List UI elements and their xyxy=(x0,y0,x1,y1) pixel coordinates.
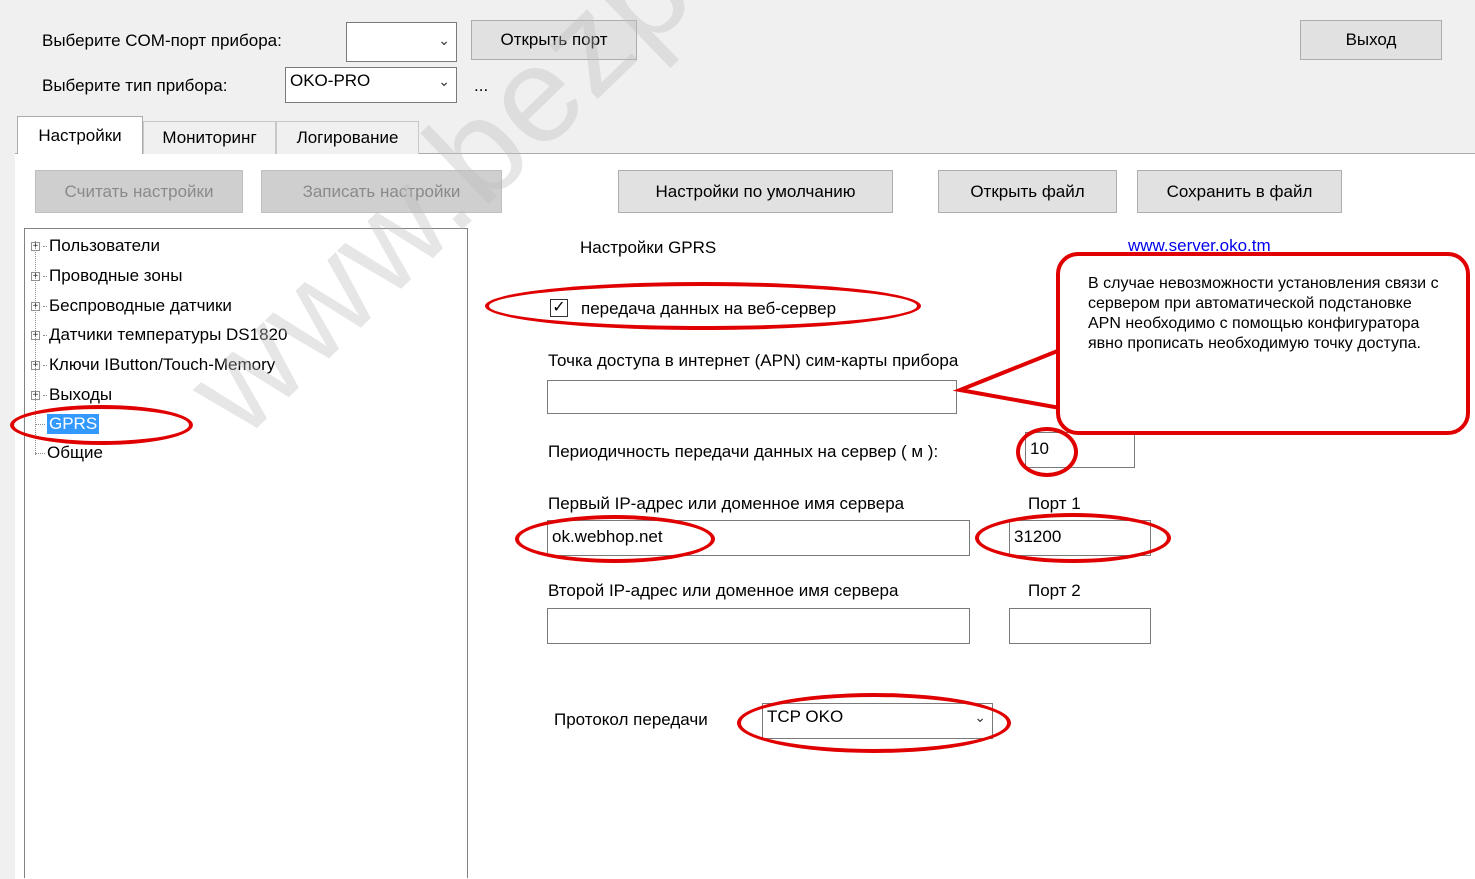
device-ellipsis: ... xyxy=(474,76,489,95)
port1-value: 31200 xyxy=(1014,527,1062,546)
tree-item-label: Пользователи xyxy=(49,236,160,255)
device-type-value: OKO-PRO xyxy=(290,71,371,90)
tab-settings[interactable]: Настройки xyxy=(17,116,143,154)
period-value: 10 xyxy=(1030,439,1049,458)
expand-icon[interactable]: + xyxy=(31,301,40,311)
tree-item-label: GPRS xyxy=(47,414,100,434)
exit-button[interactable]: Выход xyxy=(1300,20,1442,60)
chevron-down-icon: ⌄ xyxy=(438,32,450,48)
expand-icon[interactable]: + xyxy=(31,271,40,281)
tree-item-gprs[interactable]: GPRS xyxy=(31,412,100,436)
ip1-value: ok.webhop.net xyxy=(552,527,663,546)
callout-text: В случае невозможности установления связ… xyxy=(1088,275,1439,352)
chevron-down-icon: ⌄ xyxy=(438,73,450,89)
open-file-button[interactable]: Открыть файл xyxy=(938,170,1117,213)
apn-label: Точка доступа в интернет (APN) сим-карты… xyxy=(548,351,959,370)
tree-item-label: Проводные зоны xyxy=(49,266,183,285)
com-port-label: Выберите COM-порт прибора: xyxy=(42,31,282,50)
chevron-down-icon: ⌄ xyxy=(974,709,986,725)
tree-item-general[interactable]: Общие xyxy=(31,441,103,465)
apn-input[interactable] xyxy=(547,380,957,414)
tree-item-users[interactable]: + Пользователи xyxy=(31,234,160,258)
device-type-select[interactable]: OKO-PRO ⌄ xyxy=(285,67,457,103)
ip1-label: Первый IP-адрес или доменное имя сервера xyxy=(548,494,905,513)
tree-item-ibutton-keys[interactable]: + Ключи IButton/Touch-Memory xyxy=(31,353,275,377)
default-settings-button[interactable]: Настройки по умолчанию xyxy=(618,170,893,213)
tree-item-label: Общие xyxy=(47,443,103,462)
tree-item-label: Датчики температуры DS1820 xyxy=(49,325,288,344)
tab-monitoring[interactable]: Мониторинг xyxy=(143,121,276,154)
ip2-label: Второй IP-адрес или доменное имя сервера xyxy=(548,581,899,600)
expand-icon[interactable]: + xyxy=(31,330,40,340)
period-label: Периодичность передачи данных на сервер … xyxy=(548,442,939,461)
expand-icon[interactable]: + xyxy=(31,390,40,400)
tree-item-label: Ключи IButton/Touch-Memory xyxy=(49,355,276,374)
period-input[interactable]: 10 xyxy=(1025,432,1135,468)
expand-icon[interactable]: + xyxy=(31,241,40,251)
send-data-label: передача данных на веб-сервер xyxy=(581,299,837,318)
protocol-value: TCP OKO xyxy=(767,707,844,726)
protocol-select[interactable]: TCP OKO ⌄ xyxy=(762,703,993,739)
protocol-label: Протокол передачи xyxy=(554,710,708,729)
write-settings-button[interactable]: Записать настройки xyxy=(261,170,502,213)
callout-bubble: В случае невозможности установления связ… xyxy=(1056,252,1470,435)
callout-pointer xyxy=(952,347,1062,411)
open-port-button[interactable]: Открыть порт xyxy=(471,20,637,60)
read-settings-button[interactable]: Считать настройки xyxy=(35,170,243,213)
gprs-title: Настройки GPRS xyxy=(580,238,717,257)
expand-icon[interactable]: + xyxy=(31,360,40,370)
tab-logging[interactable]: Логирование xyxy=(276,121,419,154)
ip1-input[interactable]: ok.webhop.net xyxy=(547,520,970,556)
tree-item-outputs[interactable]: + Выходы xyxy=(31,383,112,407)
ip2-input[interactable] xyxy=(547,608,970,644)
tree-item-wireless-sensors[interactable]: + Беспроводные датчики xyxy=(31,294,232,318)
tree-item-temperature-sensors[interactable]: + Датчики температуры DS1820 xyxy=(31,323,287,347)
com-port-select[interactable]: ⌄ xyxy=(346,22,457,62)
tree-item-wired-zones[interactable]: + Проводные зоны xyxy=(31,264,182,288)
port1-input[interactable]: 31200 xyxy=(1009,520,1151,556)
device-type-label: Выберите тип прибора: xyxy=(42,76,228,95)
send-data-checkbox[interactable]: ✓ xyxy=(550,299,568,317)
port1-label: Порт 1 xyxy=(1028,494,1081,513)
port2-label: Порт 2 xyxy=(1028,581,1081,600)
tree-item-label: Беспроводные датчики xyxy=(49,296,232,315)
tree-item-label: Выходы xyxy=(49,385,113,404)
settings-tree: + Пользователи + Проводные зоны + Беспро… xyxy=(24,228,468,878)
port2-input[interactable] xyxy=(1009,608,1151,644)
save-file-button[interactable]: Сохранить в файл xyxy=(1137,170,1342,213)
